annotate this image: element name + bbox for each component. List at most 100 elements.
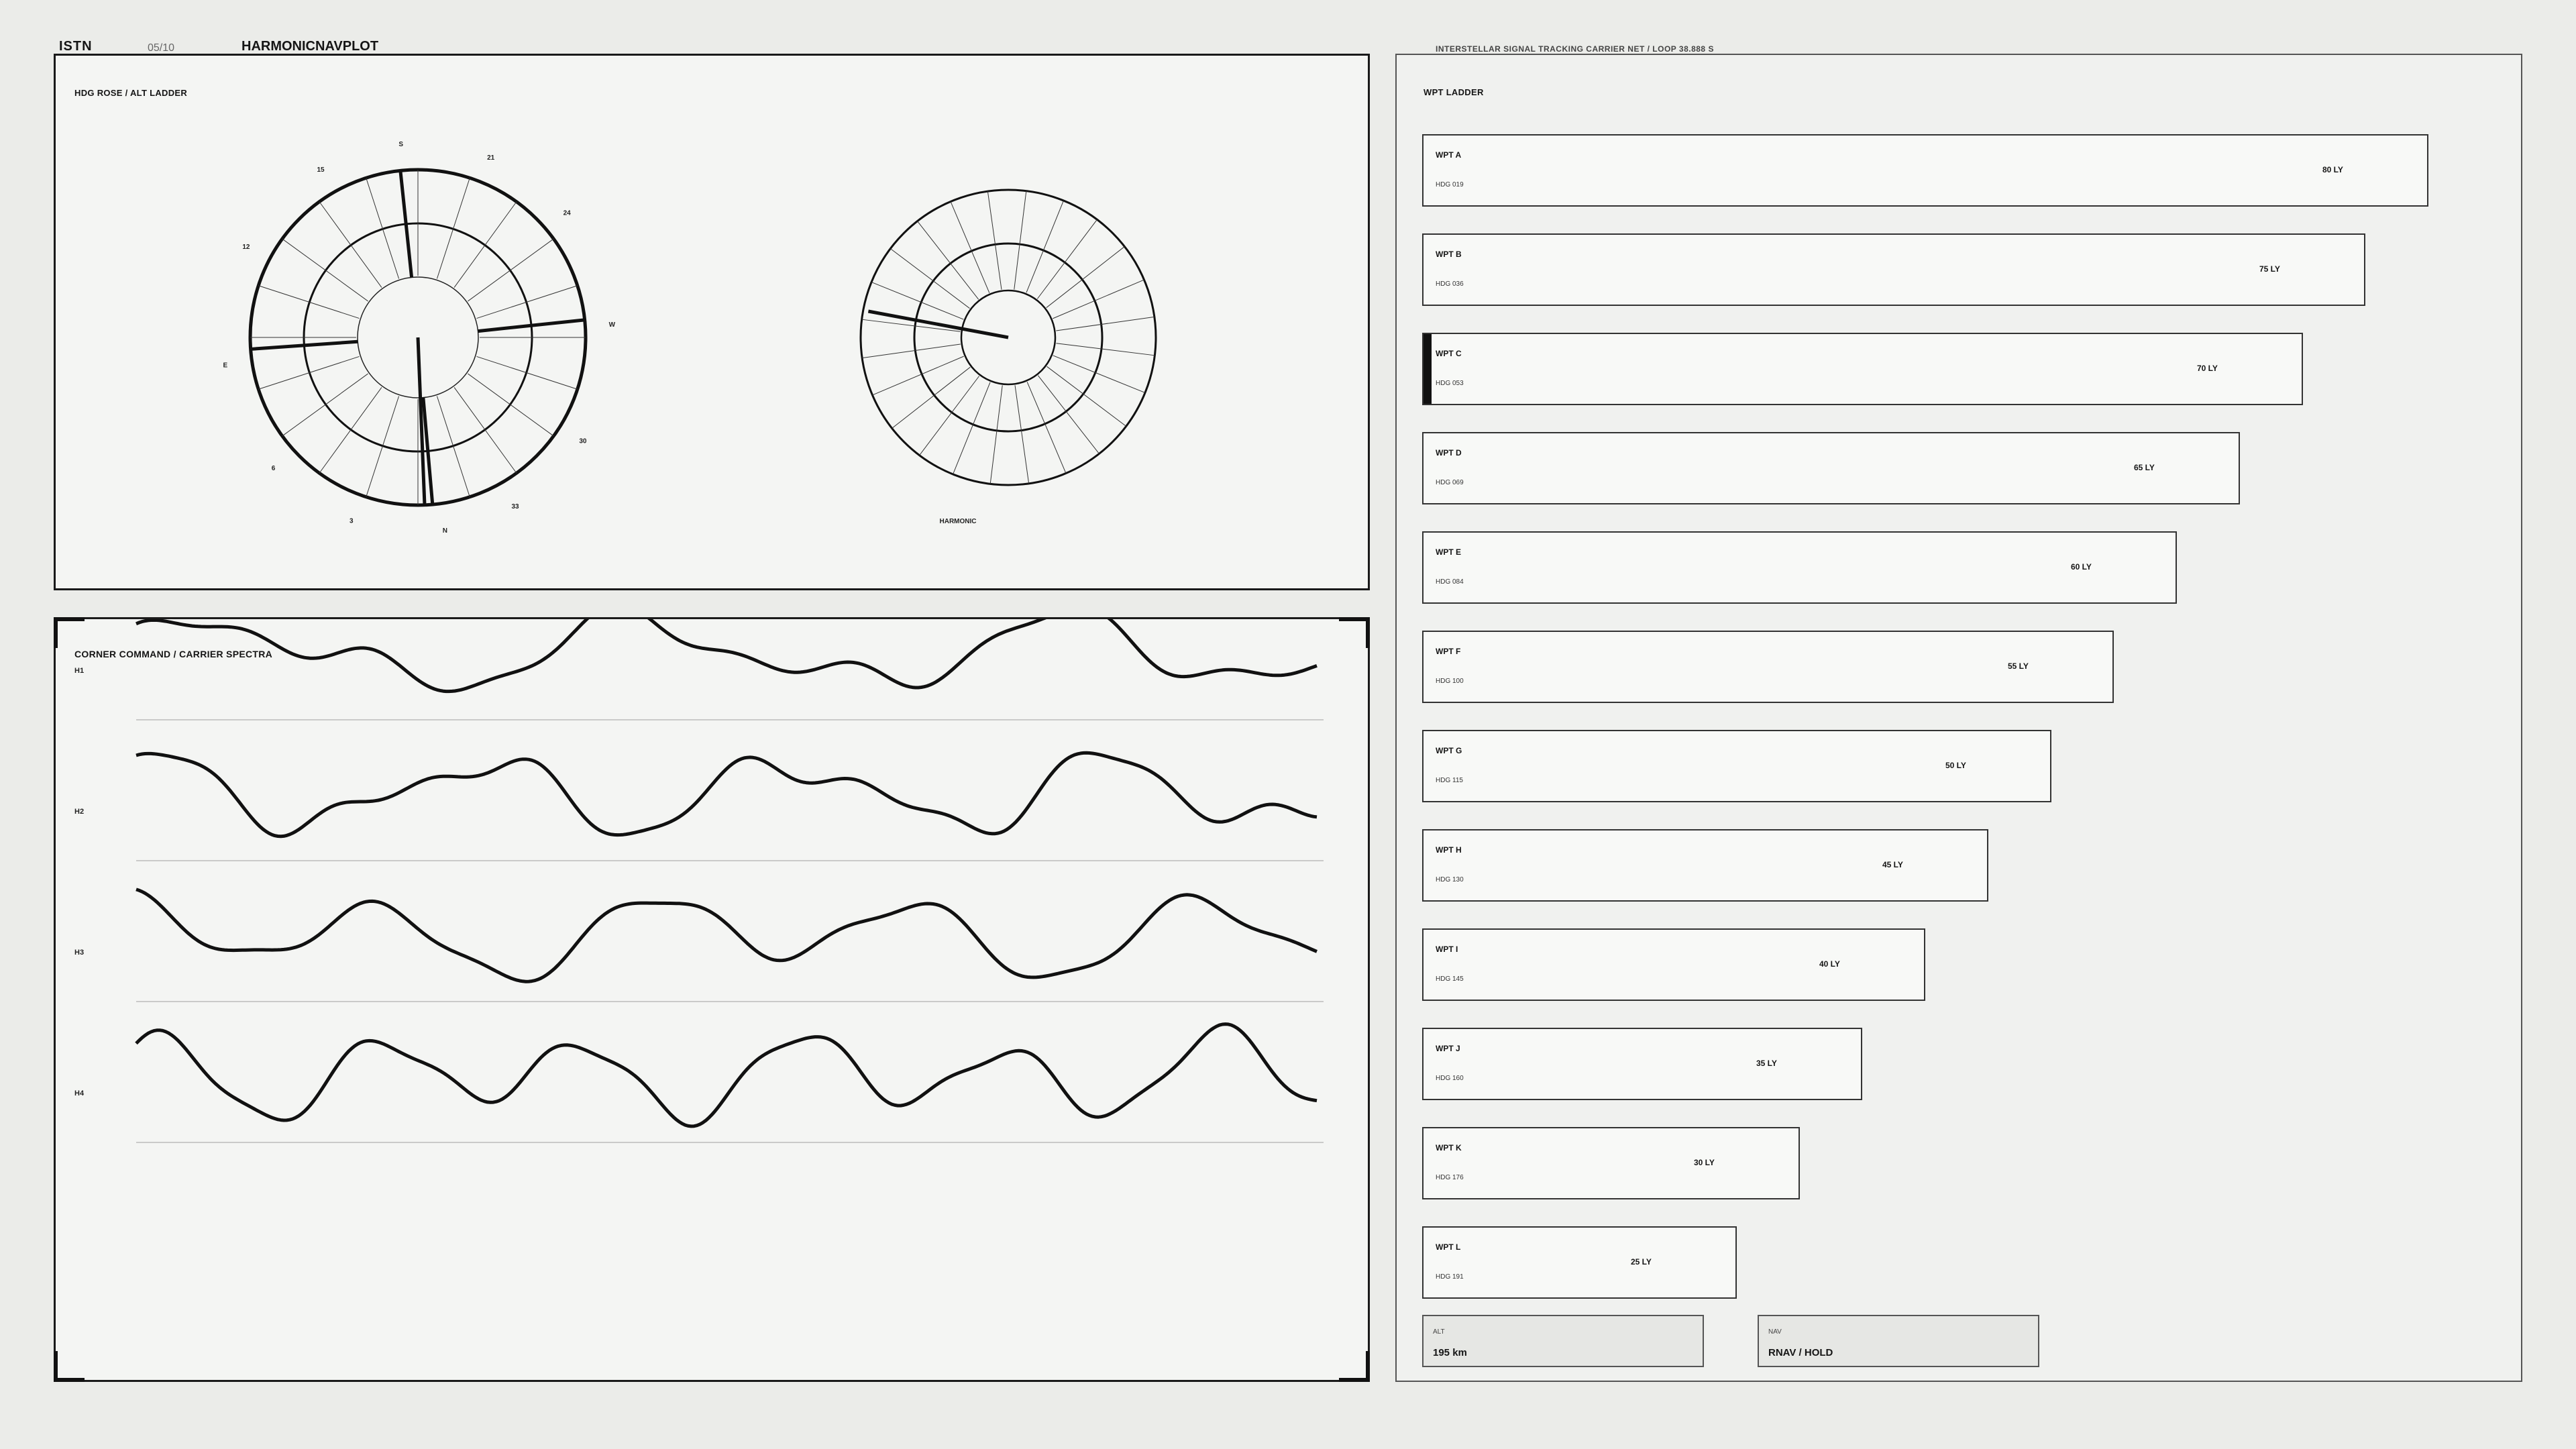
rose-heading-label: 21 <box>487 154 495 162</box>
rose-spoke <box>436 178 470 279</box>
waypoint-heading: HDG 100 <box>1436 678 1464 685</box>
rose-heading-label: 6 <box>272 465 276 472</box>
harmonic-spoke <box>1037 375 1099 454</box>
waypoint-heading: HDG 069 <box>1436 479 1464 486</box>
waypoint-bar[interactable]: WPT K HDG 176 30 LY <box>1422 1127 1800 1199</box>
waypoint-distance: 60 LY <box>2071 562 2092 572</box>
status-line: INTERSTELLAR SIGNAL TRACKING CARRIER NET… <box>1436 44 1714 54</box>
waypoint-distance: 35 LY <box>1756 1059 1777 1068</box>
waypoint-name: WPT D <box>1436 448 1462 458</box>
ladder-title: WPT LADDER <box>1424 87 1484 97</box>
rose-spoke <box>366 396 400 497</box>
rose-panel: HDG ROSE / ALT LADDER S 21 24 W 30 33 N 3 6 E 12 15… <box>54 54 1370 590</box>
waypoint-heading: HDG 115 <box>1436 777 1463 784</box>
waypoint-bar[interactable]: WPT J HDG 160 35 LY <box>1422 1028 1862 1100</box>
harmonic-spoke <box>989 385 1003 484</box>
waypoint-heading: HDG 019 <box>1436 181 1464 189</box>
rose-heading-label: E <box>223 362 227 369</box>
rose-spoke <box>282 373 368 437</box>
page-title: HARMONICNAVPLOT <box>241 39 379 54</box>
waypoint-bar[interactable]: WPT I HDG 145 40 LY <box>1422 928 1925 1001</box>
harmonic-spoke <box>1056 316 1155 331</box>
waypoint-name: WPT B <box>1436 250 1462 259</box>
spectra-row-label: H2 <box>74 808 84 816</box>
rose-heading-label: 33 <box>511 503 519 511</box>
waypoint-name: WPT A <box>1436 150 1462 160</box>
rose-spoke <box>258 285 360 319</box>
waypoint-heading: HDG 176 <box>1436 1174 1464 1181</box>
waypoint-bar[interactable]: WPT H HDG 130 45 LY <box>1422 829 1988 902</box>
harmonic-spoke <box>1014 385 1030 484</box>
waypoint-bar[interactable]: WPT D HDG 069 65 LY <box>1422 432 2240 504</box>
waypoint-heading: HDG 036 <box>1436 280 1464 288</box>
active-marker <box>1424 334 1432 404</box>
waypoint-distance: 80 LY <box>2322 165 2343 174</box>
nav-readout: NAV RNAV / HOLD <box>1758 1315 2039 1367</box>
rose-spoke <box>319 201 382 288</box>
waypoint-distance: 75 LY <box>2259 264 2280 274</box>
heading-rose: S 21 24 W 30 33 N 3 6 E 12 15 HARMONIC <box>223 141 1157 535</box>
waypoint-bar[interactable]: WPT C HDG 053 70 LY <box>1422 333 2303 405</box>
waypoint-name: WPT G <box>1436 746 1462 755</box>
harmonic-spoke <box>987 191 1002 290</box>
waypoint-bar[interactable]: WPT E HDG 084 60 LY <box>1422 531 2177 604</box>
alt-readout: ALT 195 km <box>1422 1315 1704 1367</box>
waypoint-name: WPT K <box>1436 1143 1462 1152</box>
waypoint-heading: HDG 084 <box>1436 578 1464 586</box>
waypoint-name: WPT I <box>1436 945 1458 954</box>
waypoint-bar[interactable]: WPT F HDG 100 55 LY <box>1422 631 2114 703</box>
rose-heading-label: 12 <box>242 244 250 251</box>
rose-spoke <box>453 201 517 288</box>
waypoint-name: WPT C <box>1436 349 1462 358</box>
rose-heading-label: 24 <box>564 210 572 217</box>
waypoint-bar[interactable]: WPT A HDG 019 80 LY <box>1422 134 2428 207</box>
rose-heading-label: W <box>609 321 616 329</box>
waypoint-distance: 50 LY <box>1945 761 1966 770</box>
spectra-row-label: H4 <box>74 1089 85 1097</box>
harmonic-spoke <box>1056 343 1155 356</box>
rose-heading-label: 15 <box>317 166 325 174</box>
waypoint-heading: HDG 145 <box>1436 975 1464 983</box>
carrier-spectra: H1 H2 H3 H4 <box>74 619 1324 1143</box>
nav-value: RNAV / HOLD <box>1768 1347 1833 1358</box>
harmonic-spoke <box>1014 191 1027 290</box>
waypoint-distance: 70 LY <box>2197 364 2218 373</box>
waypoint-distance: 25 LY <box>1631 1257 1652 1267</box>
spectra-waveform <box>136 888 1318 983</box>
waypoint-name: WPT F <box>1436 647 1461 656</box>
alt-key: ALT <box>1433 1328 1445 1336</box>
rose-heading-label: 3 <box>350 518 354 525</box>
rose-heading-label: S <box>398 141 403 148</box>
rose-heading-label: 30 <box>579 438 587 445</box>
rose-spoke <box>476 356 578 390</box>
ladder-panel: WPT LADDER WPT A HDG 019 80 LY WPT B HDG 036… <box>1395 54 2522 1382</box>
app-name: ISTN <box>59 39 93 54</box>
rose-spoke <box>366 178 400 279</box>
harmonic-spoke <box>917 221 979 300</box>
waypoint-bar[interactable]: WPT G HDG 115 50 LY <box>1422 730 2051 802</box>
waypoint-bar[interactable]: WPT L HDG 191 25 LY <box>1422 1226 1737 1299</box>
spectra-waveform <box>135 1022 1318 1128</box>
spectra-waveform <box>136 751 1318 839</box>
harmonic-spoke <box>1046 246 1125 309</box>
waypoint-name: WPT J <box>1436 1044 1460 1053</box>
rose-heading-label: N <box>443 527 447 535</box>
rose-spoke <box>468 373 554 437</box>
waypoint-distance: 55 LY <box>2008 661 2029 671</box>
waypoint-heading: HDG 130 <box>1436 876 1464 883</box>
rose-spoke <box>468 238 554 302</box>
waypoint-heading: HDG 191 <box>1436 1273 1464 1281</box>
waypoint-heading: HDG 160 <box>1436 1075 1464 1082</box>
spectra-panel: CORNER COMMAND / CARRIER SPECTRA H1 H2 H3 H… <box>54 617 1370 1382</box>
rose-spoke <box>453 387 517 474</box>
rose-spoke <box>319 387 382 474</box>
rose-spoke <box>282 238 368 302</box>
rose-spoke <box>476 285 578 319</box>
page-indicator: 05/10 <box>148 42 175 54</box>
nav-key: NAV <box>1768 1328 1782 1336</box>
waypoint-heading: HDG 053 <box>1436 380 1464 387</box>
spectra-row-label: H1 <box>74 667 84 675</box>
spectra-row-label: H3 <box>74 949 84 957</box>
waypoint-name: WPT E <box>1436 547 1461 557</box>
waypoint-bar[interactable]: WPT B HDG 036 75 LY <box>1422 233 2365 306</box>
